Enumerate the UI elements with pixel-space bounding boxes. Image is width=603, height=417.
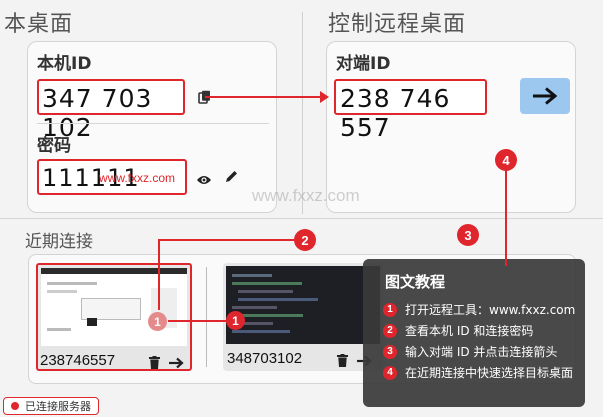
remote-id-value: 238 746 557 — [340, 84, 451, 142]
section-divider-horizontal — [0, 218, 603, 219]
edit-password-pencil-icon[interactable] — [224, 169, 239, 188]
recent-item-1-preview — [41, 268, 187, 346]
tutorial-step-text: 查看本机 ID 和连接密码 — [405, 324, 534, 338]
local-id-value-box[interactable]: 347 703 102 — [37, 79, 185, 142]
marker-3: 3 — [457, 224, 479, 246]
tutorial-step-text: 在近期连接中快速选择目标桌面 — [405, 366, 574, 380]
arrow-right-icon — [533, 87, 558, 105]
marker-1-thumbnail: 1 — [148, 312, 167, 331]
recent-item-2[interactable]: 348703102 — [223, 263, 383, 371]
recent-item-2-id: 348703102 — [227, 350, 303, 367]
show-password-eye-icon[interactable] — [196, 171, 212, 190]
tutorial-step-1: 1 打开远程工具：www.fxxz.com — [383, 301, 575, 318]
recent-section-title: 近期连接 — [25, 232, 93, 252]
annotation-arrowhead-id — [320, 91, 329, 103]
recent-item-1-delete-icon[interactable] — [149, 354, 160, 373]
local-card-divider — [37, 123, 269, 124]
remote-id-input[interactable]: 238 746 557 — [334, 79, 487, 142]
remote-section-title: 控制远程桌面 — [328, 12, 467, 37]
annotation-line-2-h — [159, 239, 294, 241]
recent-item-1-id: 238746557 — [40, 352, 116, 369]
status-text: 已连接服务器 — [25, 400, 91, 413]
marker-1: 1 — [226, 311, 245, 330]
annotation-line-1 — [168, 320, 228, 322]
tutorial-title: 图文教程 — [385, 273, 446, 291]
inline-watermark: www.fxxz.com — [99, 171, 176, 185]
tutorial-step-number: 4 — [383, 365, 397, 380]
recent-item-1-connect-arrow-icon[interactable] — [169, 354, 184, 373]
remote-id-label: 对端ID — [336, 54, 391, 74]
recent-items-separator — [206, 267, 207, 367]
tutorial-step-number: 1 — [383, 302, 397, 317]
tutorial-step-4: 4 在近期连接中快速选择目标桌面 — [383, 364, 573, 381]
local-id-label: 本机ID — [37, 54, 92, 74]
annotation-line-id — [205, 96, 323, 98]
recent-item-2-delete-icon[interactable] — [337, 352, 348, 371]
tutorial-panel: 图文教程 1 打开远程工具：www.fxxz.com 2 查看本机 ID 和连接… — [363, 259, 585, 407]
connection-status: 已连接服务器 — [3, 397, 99, 415]
tutorial-step-text: 输入对端 ID 并点击连接箭头 — [405, 345, 558, 359]
annotation-line-2-v — [158, 239, 160, 310]
tutorial-step-3: 3 输入对端 ID 并点击连接箭头 — [383, 343, 557, 360]
annotation-line-4 — [505, 168, 507, 266]
local-card: 本机ID 347 703 102 密码 111111 www.fxxz.com — [27, 41, 277, 213]
password-label: 密码 — [37, 136, 71, 156]
status-dot-icon — [11, 402, 19, 410]
remote-card: 对端ID 238 746 557 — [326, 41, 576, 213]
recent-item-1[interactable]: 238746557 — [36, 263, 192, 371]
local-section-title: 本桌面 — [4, 12, 74, 37]
connect-button[interactable] — [520, 78, 570, 114]
password-value-box[interactable]: 111111 www.fxxz.com — [37, 159, 187, 195]
page-watermark: www.fxxz.com — [252, 186, 360, 205]
tutorial-step-number: 3 — [383, 344, 397, 359]
recent-item-2-preview — [226, 266, 380, 344]
tutorial-step-2: 2 查看本机 ID 和连接密码 — [383, 322, 533, 339]
marker-2: 2 — [294, 229, 316, 251]
tutorial-step-number: 2 — [383, 323, 397, 338]
tutorial-step-text: 打开远程工具：www.fxxz.com — [405, 303, 576, 317]
panel-divider-vertical — [302, 12, 303, 214]
marker-4: 4 — [495, 149, 517, 171]
